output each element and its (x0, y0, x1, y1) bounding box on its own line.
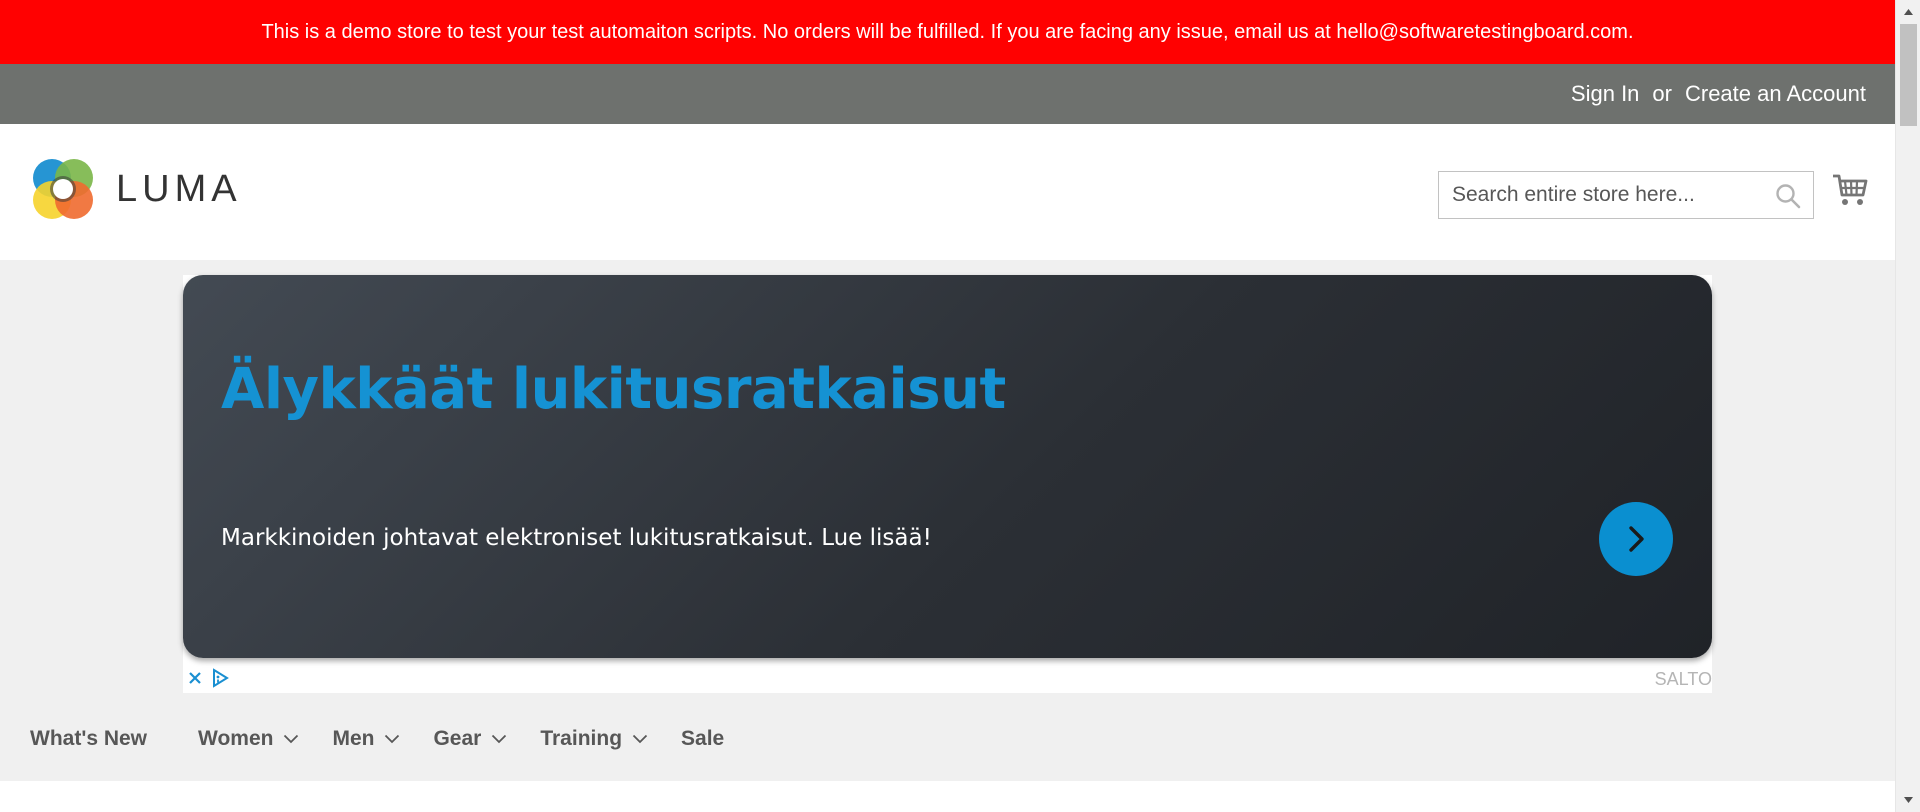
nav-item-whats-new[interactable]: What's New (30, 696, 147, 781)
nav-item-training[interactable]: Training (540, 696, 648, 781)
chevron-down-icon (385, 734, 400, 743)
nav-item-gear[interactable]: Gear (433, 696, 507, 781)
ad-close-icon[interactable] (187, 670, 203, 686)
nav-item-sale[interactable]: Sale (681, 696, 724, 781)
or-separator: or (1652, 81, 1672, 106)
cart-icon[interactable] (1832, 172, 1868, 208)
chevron-right-icon (1629, 526, 1644, 552)
chevron-down-icon (492, 734, 507, 743)
scroll-down-arrow-icon[interactable] (1903, 796, 1914, 804)
site-header: LUMA (0, 124, 1895, 260)
sign-in-link[interactable]: Sign In (1571, 81, 1640, 107)
ad-text[interactable]: Markkinoiden johtavat elektroniset lukit… (221, 525, 932, 551)
demo-notice-bar: This is a demo store to test your test a… (0, 0, 1895, 64)
magnifier-icon[interactable] (1775, 183, 1801, 209)
ad-title[interactable]: Älykkäät lukitusratkaisut (221, 357, 1006, 422)
scrollbar-thumb[interactable] (1900, 24, 1917, 126)
nav-item-label: Sale (681, 726, 725, 750)
chevron-down-icon (284, 734, 299, 743)
demo-notice-text: This is a demo store to test your test a… (261, 20, 1634, 43)
page: This is a demo store to test your test a… (0, 0, 1895, 812)
chevron-down-icon (632, 734, 648, 743)
ad-cta-button[interactable] (1599, 502, 1673, 576)
search-box (1438, 171, 1814, 219)
advertisement[interactable]: Älykkäät lukitusratkaisut Markkinoiden j… (183, 275, 1712, 693)
search-input[interactable] (1439, 172, 1813, 218)
account-panel: Sign In or Create an Account (0, 64, 1895, 124)
main-navigation: What's New Women Men Gear Training Sale (0, 696, 1895, 781)
luma-logo[interactable]: LUMA (30, 156, 242, 222)
nav-item-men[interactable]: Men (332, 696, 400, 781)
nav-item-label: Women (198, 726, 274, 750)
create-account-link[interactable]: Create an Account (1685, 81, 1866, 107)
ad-card[interactable]: Älykkäät lukitusratkaisut Markkinoiden j… (183, 275, 1712, 658)
scroll-up-arrow-icon[interactable] (1903, 8, 1914, 16)
nav-item-label: What's New (30, 726, 148, 750)
nav-item-label: Men (332, 726, 375, 750)
ad-area: Älykkäät lukitusratkaisut Markkinoiden j… (0, 260, 1895, 696)
vertical-scrollbar[interactable] (1895, 0, 1920, 812)
logo-text: LUMA (116, 167, 242, 210)
ad-brand-label: SALTO (1654, 669, 1712, 689)
luma-logo-icon (33, 159, 93, 219)
nav-item-women[interactable]: Women (198, 696, 299, 781)
nav-item-label: Gear (433, 726, 482, 750)
adchoices-icon[interactable] (211, 668, 229, 688)
nav-item-label: Training (540, 726, 623, 750)
